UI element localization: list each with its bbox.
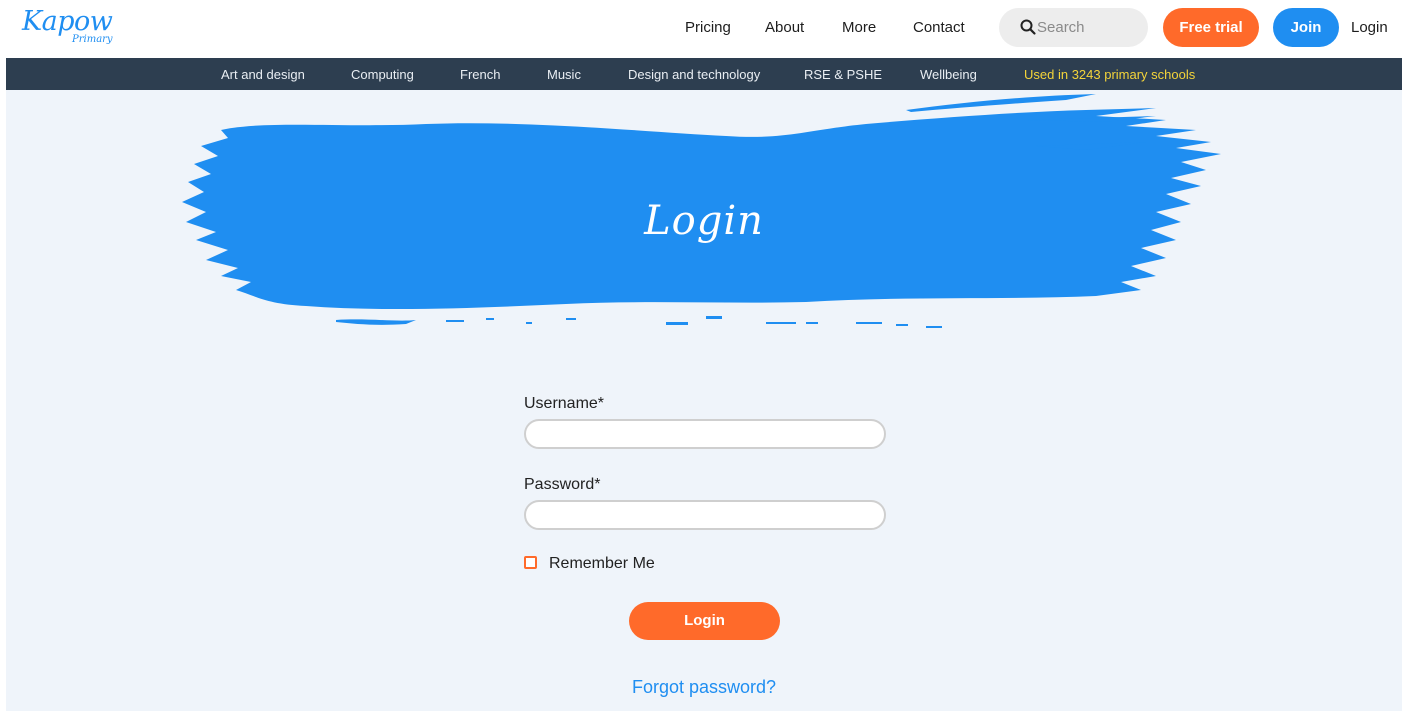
forgot-password-link[interactable]: Forgot password? [6, 677, 1402, 698]
nav-contact[interactable]: Contact [913, 19, 965, 36]
search-placeholder: Search [1037, 19, 1085, 36]
search-input[interactable]: Search [999, 8, 1148, 47]
username-input[interactable] [524, 419, 886, 449]
top-header: Kapow Primary Pricing About More Contact… [0, 0, 1402, 58]
free-trial-button[interactable]: Free trial [1163, 8, 1259, 47]
search-icon [1020, 19, 1036, 35]
subnav-french[interactable]: French [460, 67, 500, 82]
nav-pricing[interactable]: Pricing [685, 19, 731, 36]
join-button[interactable]: Join [1273, 8, 1339, 47]
page-title: Login [644, 198, 764, 244]
kapow-logo[interactable]: Kapow Primary [22, 6, 122, 50]
password-label: Password* [524, 476, 601, 493]
remember-me-checkbox[interactable] [524, 556, 537, 569]
logo-text: Kapow [22, 6, 113, 37]
main-content: Login Username* Password* Remember Me Lo… [6, 90, 1402, 711]
subnav-rse-pshe[interactable]: RSE & PSHE [804, 67, 882, 82]
logo-subtext: Primary [72, 34, 113, 45]
nav-about[interactable]: About [765, 19, 804, 36]
subnav-computing[interactable]: Computing [351, 67, 414, 82]
header-login-link[interactable]: Login [1351, 19, 1388, 36]
subnav-design-and-technology[interactable]: Design and technology [628, 67, 760, 82]
username-label: Username* [524, 395, 605, 412]
subject-nav-bar: Art and design Computing French Music De… [6, 58, 1402, 90]
subnav-art-and-design[interactable]: Art and design [221, 67, 305, 82]
nav-more[interactable]: More [842, 19, 876, 36]
subnav-music[interactable]: Music [547, 67, 581, 82]
schools-count-banner: Used in 3243 primary schools [1024, 67, 1196, 82]
password-input[interactable] [524, 500, 886, 530]
subnav-wellbeing[interactable]: Wellbeing [920, 67, 977, 82]
remember-me-label[interactable]: Remember Me [549, 555, 655, 573]
login-submit-button[interactable]: Login [629, 602, 780, 640]
